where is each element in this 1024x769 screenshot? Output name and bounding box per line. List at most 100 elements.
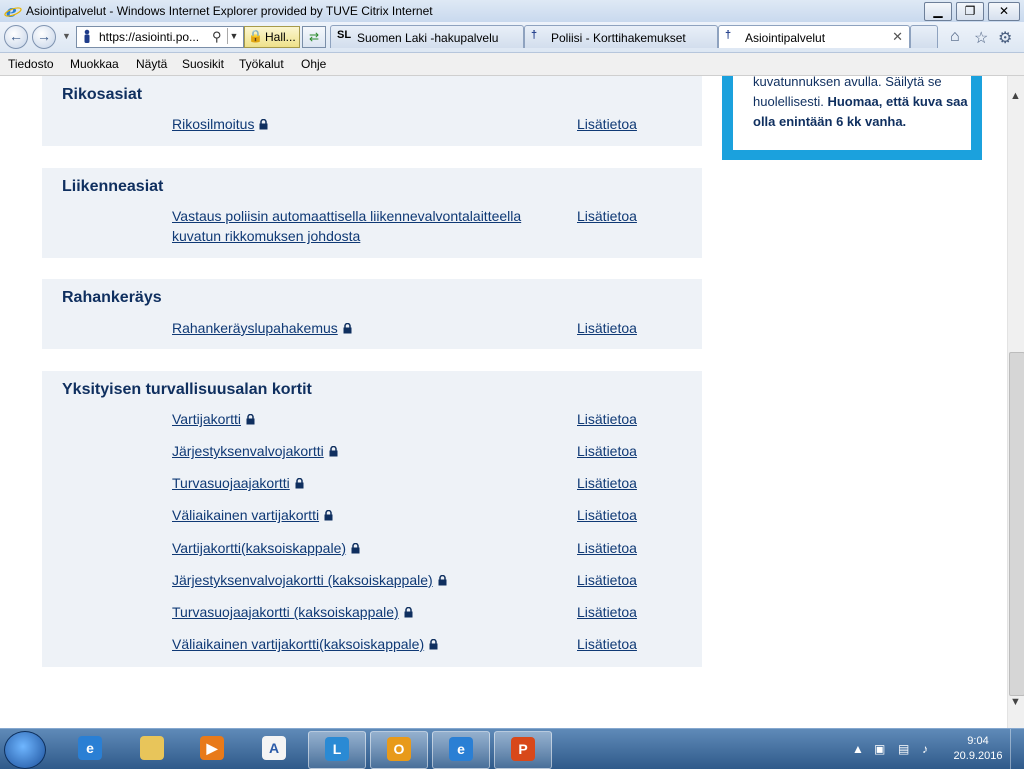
forward-button[interactable]: → — [32, 25, 56, 49]
more-info-link[interactable]: Lisätietoa — [577, 475, 637, 491]
padlock-icon: 🔒 — [248, 29, 263, 43]
address-url[interactable]: https://asiointi.po... — [99, 30, 199, 44]
powerpoint-icon: P — [511, 737, 535, 761]
menu-ohje[interactable]: Ohje — [301, 57, 326, 71]
close-window-button[interactable]: ✕ — [988, 2, 1020, 21]
internet-explorer-icon: e — [78, 736, 102, 760]
tray-device-icon[interactable]: ▣ — [874, 742, 885, 756]
link-turvasuojaajakortti-kaksoiskappale[interactable]: Turvasuojaajakortti (kaksoiskappale) — [172, 602, 413, 622]
link-jarjestyksenvalvojakortti-kaksoiskappale[interactable]: Järjestyksenvalvojakortti (kaksoiskappal… — [172, 570, 447, 590]
more-info-link[interactable]: Lisätietoa — [577, 572, 637, 588]
link-liikennevalvonta[interactable]: Vastaus poliisin automaattisella liikenn… — [172, 206, 521, 246]
tray-volume-icon[interactable]: ♪ — [922, 742, 928, 756]
lock-icon — [246, 414, 255, 425]
taskbar-internet-explorer-active[interactable]: e — [432, 731, 490, 769]
info-box-inner: kuvatunnuksen avulla. Säilytä se huolell… — [733, 76, 971, 150]
minimize-button[interactable]: ▁ — [924, 2, 952, 21]
taskbar-clock[interactable]: 9:04 20.9.2016 — [950, 734, 1006, 764]
more-info-link[interactable]: Lisätietoa — [577, 604, 637, 620]
menu-tiedosto[interactable]: Tiedosto — [8, 57, 54, 71]
close-tab-icon[interactable]: ✕ — [892, 29, 903, 45]
page-viewport: kuvatunnuksen avulla. Säilytä se huolell… — [0, 76, 1007, 728]
address-bar[interactable]: https://asiointi.po... ⚲ ▼ — [76, 26, 244, 48]
more-info-link[interactable]: Lisätietoa — [577, 116, 637, 132]
more-info-link[interactable]: Lisätietoa — [577, 320, 637, 336]
security-label: Hall... — [265, 30, 296, 44]
compatibility-refresh-button[interactable]: ⇄ — [302, 26, 326, 48]
link-vartijakortti[interactable]: Vartijakortti — [172, 409, 255, 429]
link-jarjestyksenvalvojakortti[interactable]: Järjestyksenvalvojakortti — [172, 441, 338, 461]
taskbar-outlook[interactable]: O — [370, 731, 428, 769]
taskbar-file-explorer[interactable] — [124, 731, 180, 767]
lock-icon — [404, 607, 413, 618]
file-explorer-icon — [140, 736, 164, 760]
more-info-link[interactable]: Lisätietoa — [577, 507, 637, 523]
menu-muokkaa[interactable]: Muokkaa — [70, 57, 119, 71]
show-desktop-button[interactable] — [1010, 729, 1024, 769]
scroll-up-icon[interactable]: ▲ — [1010, 90, 1021, 102]
scroll-down-icon[interactable]: ▼ — [1010, 696, 1021, 708]
police-icon: † — [725, 29, 732, 41]
navigation-bar: ← → ▼ https://asiointi.po... ⚲ ▼ 🔒 Hall.… — [0, 22, 1024, 53]
taskbar-media-player[interactable]: ▶ — [184, 731, 240, 767]
lync-icon: L — [325, 737, 349, 761]
link-valiaikainen-vartijakortti[interactable]: Väliaikainen vartijakortti — [172, 505, 333, 525]
taskbar-internet-explorer[interactable]: e — [62, 731, 118, 767]
internet-explorer-icon: e — [4, 2, 22, 20]
home-icon[interactable]: ⌂ — [950, 28, 960, 46]
tab-suomen-laki[interactable]: SL Suomen Laki -hakupalvelu — [330, 25, 524, 48]
link-vartijakortti-kaksoiskappale[interactable]: Vartijakortti(kaksoiskappale) — [172, 538, 360, 558]
lock-icon — [259, 119, 268, 130]
menu-tyokalut[interactable]: Työkalut — [239, 57, 284, 71]
start-button[interactable] — [4, 731, 46, 769]
lock-icon — [295, 478, 304, 489]
lock-icon — [438, 575, 447, 586]
police-site-icon — [84, 29, 90, 43]
menu-bar: Tiedosto Muokkaa Näytä Suosikit Työkalut… — [0, 53, 1024, 76]
history-dropdown-icon[interactable]: ▼ — [62, 31, 71, 41]
info-text-line1: kuvatunnuksen avulla. Säilytä se — [753, 76, 942, 89]
tab-korttihakemukset[interactable]: † Poliisi - Korttihakemukset — [524, 25, 718, 48]
restore-button[interactable]: ❐ — [956, 2, 984, 21]
search-icon[interactable]: ⚲ — [212, 29, 222, 45]
taskbar-powerpoint[interactable]: P — [494, 731, 552, 769]
lock-icon — [429, 639, 438, 650]
more-info-link[interactable]: Lisätietoa — [577, 636, 637, 652]
window-title: Asiointipalvelut - Windows Internet Expl… — [26, 4, 433, 18]
tab-asiointipalvelut[interactable]: † Asiointipalvelut ✕ — [718, 25, 910, 48]
more-info-link[interactable]: Lisätietoa — [577, 411, 637, 427]
lock-icon — [324, 510, 333, 521]
taskbar-wordpad[interactable]: A — [246, 731, 302, 767]
more-info-link[interactable]: Lisätietoa — [577, 540, 637, 556]
gear-icon[interactable]: ⚙ — [998, 28, 1012, 48]
menu-nayta[interactable]: Näytä — [136, 57, 167, 71]
tray-network-icon[interactable]: ▤ — [898, 742, 909, 756]
new-tab-button[interactable] — [910, 25, 938, 48]
taskbar-lync[interactable]: L — [308, 731, 366, 769]
tab-label: Suomen Laki -hakupalvelu — [357, 31, 499, 45]
security-report-button[interactable]: 🔒 Hall... — [244, 26, 300, 48]
section-title: Yksityisen turvallisuusalan kortit — [62, 381, 312, 398]
more-info-link[interactable]: Lisätietoa — [577, 443, 637, 459]
clock-time: 9:04 — [967, 735, 989, 747]
link-rikosilmoitus[interactable]: Rikosilmoitus — [172, 114, 268, 134]
info-box-text: kuvatunnuksen avulla. Säilytä se huolell… — [753, 76, 969, 132]
link-turvasuojaajakortti[interactable]: Turvasuojaajakortti — [172, 473, 304, 493]
section-rikosasiat: Rikosasiat Rikosilmoitus Lisätietoa — [42, 76, 702, 146]
more-info-link[interactable]: Lisätietoa — [577, 208, 637, 224]
link-valiaikainen-vartijakortti-kaksoiskappale[interactable]: Väliaikainen vartijakortti(kaksoiskappal… — [172, 634, 438, 654]
menu-suosikit[interactable]: Suosikit — [182, 57, 224, 71]
vertical-scrollbar[interactable]: ▲ ▼ — [1007, 76, 1024, 728]
section-rahankerays: Rahankeräys Rahankeräyslupahakemus Lisät… — [42, 279, 702, 349]
link-rahankerayslupahakemus[interactable]: Rahankeräyslupahakemus — [172, 318, 352, 338]
info-box: kuvatunnuksen avulla. Säilytä se huolell… — [722, 76, 982, 160]
tray-expand-icon[interactable]: ▲ — [852, 742, 864, 756]
section-liikenneasiat: Liikenneasiat Vastaus poliisin automaatt… — [42, 168, 702, 258]
back-button[interactable]: ← — [4, 25, 28, 49]
favorites-star-icon[interactable]: ☆ — [974, 28, 988, 48]
scrollbar-thumb[interactable] — [1009, 352, 1024, 696]
tab-label: Poliisi - Korttihakemukset — [551, 31, 686, 45]
section-title: Rikosasiat — [62, 86, 143, 103]
address-dropdown-icon[interactable]: ▼ — [227, 28, 240, 44]
lock-icon — [351, 543, 360, 554]
